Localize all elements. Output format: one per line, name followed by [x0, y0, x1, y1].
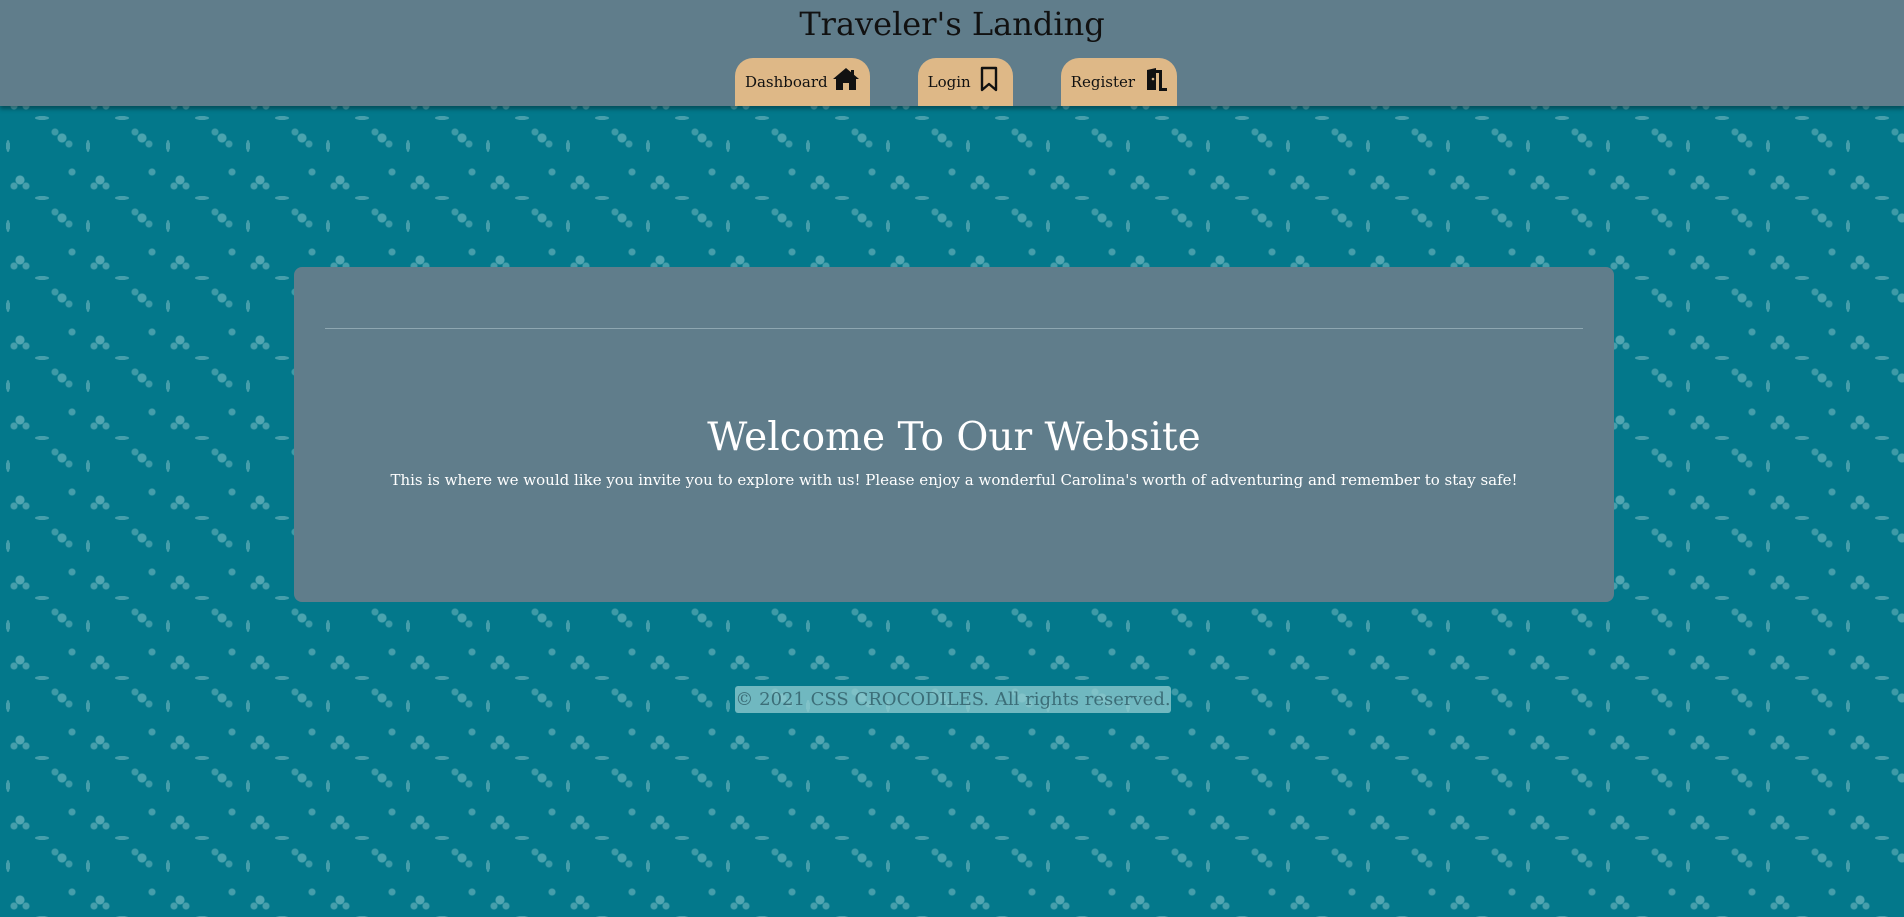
- welcome-card: Welcome To Our Website This is where we …: [294, 267, 1614, 602]
- footer-copyright: © 2021 CSS CROCODILES. All rights reserv…: [735, 686, 1171, 713]
- nav-register-label: Register: [1070, 73, 1136, 91]
- bookmark-icon: [975, 65, 1003, 93]
- site-header: Traveler's Landing Dashboard Login Regis…: [0, 0, 1904, 106]
- card-divider: [325, 328, 1583, 329]
- nav-login-tab[interactable]: Login: [917, 58, 1013, 106]
- door-open-icon: [1139, 65, 1168, 93]
- welcome-text: This is where we would like you invite y…: [390, 471, 1518, 489]
- home-icon: [832, 65, 860, 93]
- nav-register-tab[interactable]: Register: [1060, 58, 1178, 106]
- nav-login-label: Login: [927, 73, 971, 91]
- welcome-title: Welcome To Our Website: [707, 415, 1201, 460]
- nav-dashboard-label: Dashboard: [744, 73, 828, 91]
- site-title: Traveler's Landing: [799, 5, 1105, 43]
- main-nav: Dashboard Login Register: [0, 58, 1904, 106]
- nav-dashboard-tab[interactable]: Dashboard: [734, 58, 870, 106]
